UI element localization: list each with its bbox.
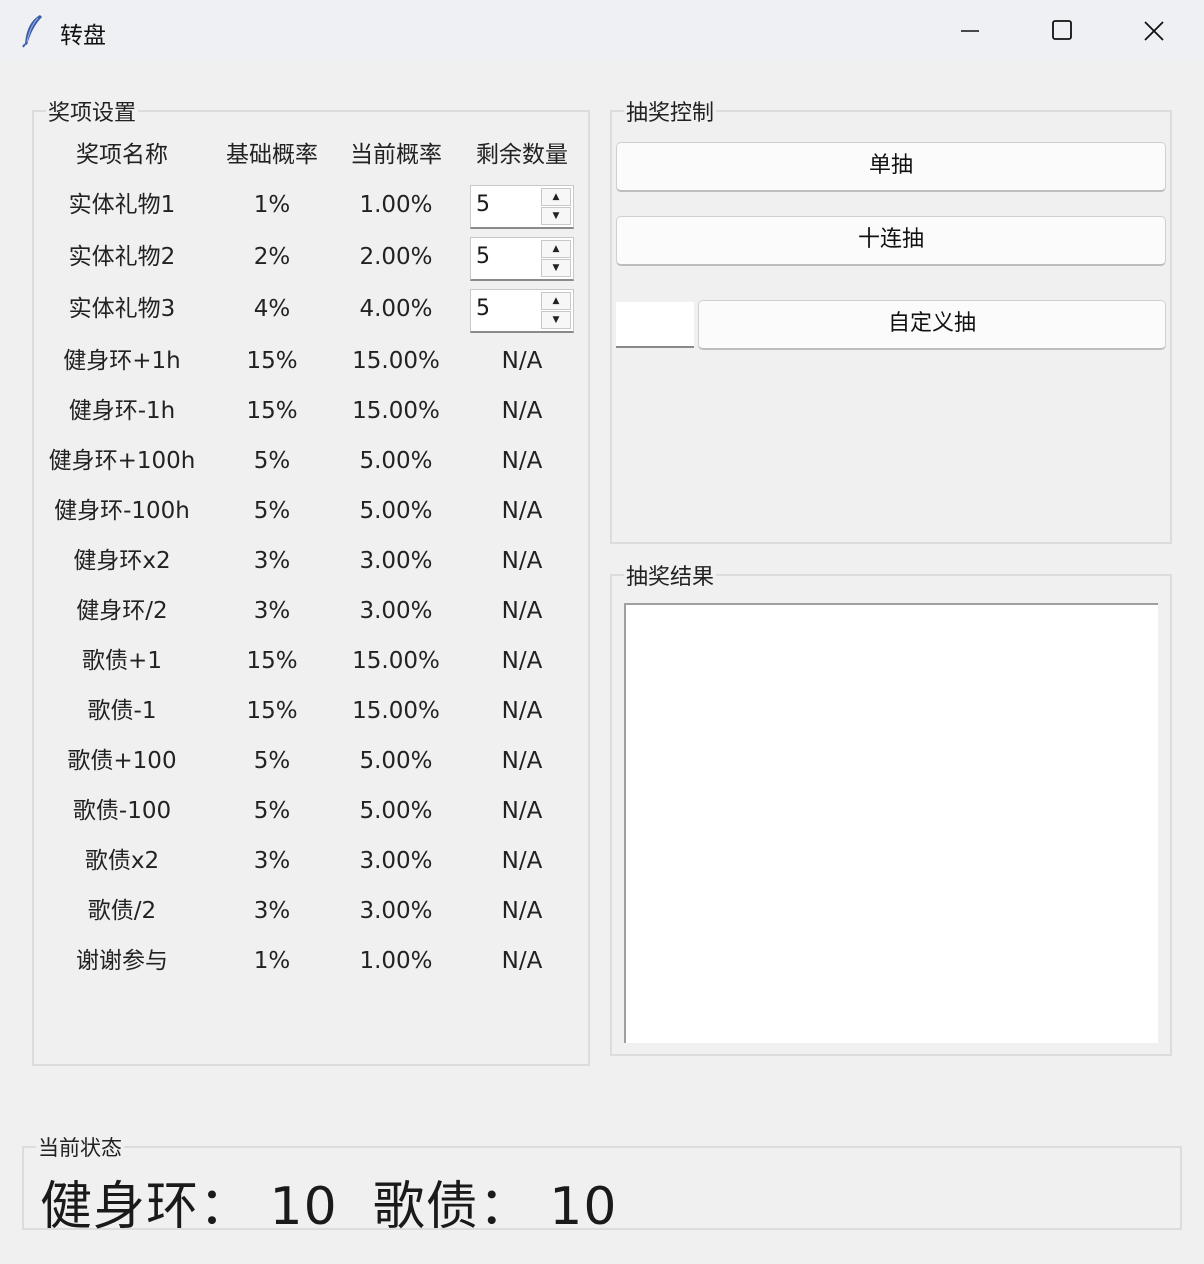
prize-name: 歌债-100 — [72, 798, 172, 824]
ten-draw-button[interactable]: 十连抽 — [616, 216, 1166, 266]
prize-name: 歌债-1 — [87, 698, 157, 724]
remaining-count: N/A — [501, 498, 543, 524]
remaining-value[interactable]: 5 — [476, 192, 490, 217]
remaining-spinbox[interactable]: 5 ▲ ▼ — [470, 237, 574, 281]
prize-name: 健身环/2 — [76, 598, 168, 624]
header-remaining: 剩余数量 — [476, 142, 568, 168]
status-legend: 当前状态 — [36, 1132, 124, 1162]
remaining-count: N/A — [501, 548, 543, 574]
custom-count-input[interactable] — [616, 302, 694, 348]
close-button[interactable] — [1108, 0, 1200, 62]
minimize-button[interactable] — [924, 0, 1016, 62]
prize-name: 谢谢参与 — [76, 948, 168, 974]
prize-name: 歌债x2 — [84, 848, 160, 874]
maximize-icon — [1052, 20, 1072, 40]
current-probability: 2.00% — [359, 244, 433, 270]
draw-result-legend: 抽奖结果 — [624, 559, 717, 591]
minimize-icon — [961, 30, 979, 32]
remaining-count: N/A — [501, 448, 543, 474]
remaining-count: N/A — [501, 598, 543, 624]
prize-name: 实体礼物1 — [68, 192, 176, 218]
window-title: 转盘 — [60, 23, 106, 49]
remaining-count: N/A — [501, 898, 543, 924]
single-draw-button[interactable]: 单抽 — [616, 142, 1166, 192]
prize-name: 健身环-100h — [54, 498, 190, 524]
prize-name: 实体礼物3 — [68, 296, 176, 322]
header-prize-name: 奖项名称 — [76, 142, 168, 168]
remaining-value[interactable]: 5 — [476, 296, 490, 321]
custom-draw-button[interactable]: 自定义抽 — [698, 300, 1166, 350]
status-text: 健身环： 10 歌债： 10 — [40, 1177, 618, 1237]
close-icon — [1144, 21, 1164, 41]
draw-control-legend: 抽奖控制 — [624, 95, 717, 127]
prize-name: 健身环x2 — [73, 548, 171, 574]
remaining-count: N/A — [501, 848, 543, 874]
prize-name: 健身环-1h — [68, 398, 176, 424]
remaining-spinbox[interactable]: 5 ▲ ▼ — [470, 289, 574, 333]
remaining-count: N/A — [501, 648, 543, 674]
prize-name: 实体礼物2 — [68, 244, 176, 270]
remaining-spinbox[interactable]: 5 ▲ ▼ — [470, 185, 574, 229]
feather-icon — [22, 14, 44, 48]
spin-up-icon[interactable]: ▲ — [541, 240, 571, 258]
current-probability: 1.00% — [359, 192, 433, 218]
remaining-count: N/A — [501, 798, 543, 824]
prize-name: 歌债+100 — [67, 748, 177, 774]
remaining-count: N/A — [501, 748, 543, 774]
prize-name: 歌债/2 — [87, 898, 157, 924]
remaining-count: N/A — [501, 698, 543, 724]
prize-name: 歌债+1 — [82, 648, 162, 674]
maximize-button[interactable] — [1016, 0, 1108, 62]
current-probability: 4.00% — [359, 296, 433, 322]
spin-up-icon[interactable]: ▲ — [541, 188, 571, 206]
spin-down-icon[interactable]: ▼ — [541, 311, 571, 329]
remaining-count: N/A — [501, 348, 543, 374]
title-bar: 转盘 — [0, 0, 1204, 62]
spin-down-icon[interactable]: ▼ — [541, 207, 571, 225]
prize-name: 健身环+100h — [48, 448, 196, 474]
spin-up-icon[interactable]: ▲ — [541, 292, 571, 310]
remaining-count: N/A — [501, 948, 543, 974]
draw-result-textbox[interactable] — [624, 603, 1158, 1043]
prize-name: 健身环+1h — [63, 348, 181, 374]
remaining-value[interactable]: 5 — [476, 244, 490, 269]
prize-settings-legend: 奖项设置 — [46, 95, 139, 127]
remaining-count: N/A — [501, 398, 543, 424]
spin-down-icon[interactable]: ▼ — [541, 259, 571, 277]
